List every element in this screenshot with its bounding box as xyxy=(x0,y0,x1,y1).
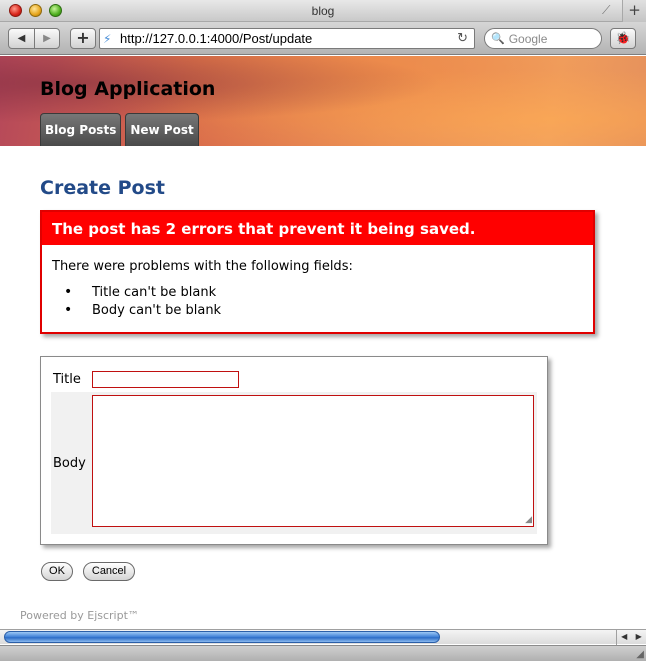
new-tab-button[interactable]: + xyxy=(622,0,646,22)
error-item-text: Body can't be blank xyxy=(92,302,222,318)
reload-icon[interactable]: ↻ xyxy=(457,31,468,46)
body-label: Body xyxy=(53,456,86,471)
search-field[interactable]: 🔍 Google xyxy=(484,28,602,49)
site-favicon-icon: ⚡ xyxy=(103,31,112,46)
error-item-text: Title can't be blank xyxy=(92,284,217,300)
address-bar[interactable]: ⚡ http://127.0.0.1:4000/Post/update ↻ xyxy=(99,28,475,49)
horizontal-scrollbar[interactable]: ◀ ▶ xyxy=(0,629,646,645)
add-bookmark-button[interactable]: + xyxy=(70,28,96,49)
search-icon: 🔍 xyxy=(491,32,505,45)
window-titlebar: blog ⟋ + xyxy=(0,0,646,22)
error-box: The post has 2 errors that prevent it be… xyxy=(40,210,595,334)
title-input[interactable] xyxy=(92,371,239,388)
error-intro: There were problems with the following f… xyxy=(52,259,353,274)
error-list: • Title can't be blank • Body can't be bla… xyxy=(64,283,221,319)
page-title: Create Post xyxy=(40,177,165,199)
resize-icon: ⟋ xyxy=(602,3,611,17)
header-banner: Blog Application Blog Posts New Post xyxy=(0,56,646,146)
bullet-icon: • xyxy=(64,284,73,300)
window-title: blog xyxy=(311,4,335,18)
post-form: Title Body ◢ xyxy=(40,356,548,545)
scrollbar-thumb[interactable] xyxy=(4,631,440,643)
bug-report-button[interactable]: 🐞 xyxy=(610,28,636,49)
cancel-button[interactable]: Cancel xyxy=(83,562,135,581)
history-nav: ◀ ▶ xyxy=(8,28,60,49)
status-bar: ◢ xyxy=(0,645,646,661)
powered-by: Powered by Ejscript™ xyxy=(20,609,139,622)
main-nav: Blog Posts New Post xyxy=(40,113,199,146)
nav-new-post[interactable]: New Post xyxy=(125,113,199,146)
url-text: http://127.0.0.1:4000/Post/update xyxy=(120,31,313,46)
body-textarea[interactable]: ◢ xyxy=(92,395,534,527)
back-button[interactable]: ◀ xyxy=(9,29,34,48)
error-item: • Body can't be blank xyxy=(64,301,221,319)
scroll-buttons: ◀ ▶ xyxy=(616,630,646,645)
error-title: The post has 2 errors that prevent it be… xyxy=(42,212,593,245)
window-resize-icon[interactable]: ◢ xyxy=(636,649,644,660)
textarea-resize-icon[interactable]: ◢ xyxy=(525,516,532,525)
error-item: • Title can't be blank xyxy=(64,283,221,301)
search-placeholder: Google xyxy=(508,31,548,46)
ok-button[interactable]: OK xyxy=(41,562,73,581)
bullet-icon: • xyxy=(64,302,73,318)
scroll-left-icon[interactable]: ◀ xyxy=(617,630,632,645)
browser-toolbar: ◀ ▶ + ⚡ http://127.0.0.1:4000/Post/updat… xyxy=(0,22,646,55)
forward-button[interactable]: ▶ xyxy=(34,29,59,48)
app-title: Blog Application xyxy=(40,78,216,100)
web-page: Blog Application Blog Posts New Post Cre… xyxy=(0,56,646,629)
title-label: Title xyxy=(53,372,81,387)
scroll-right-icon[interactable]: ▶ xyxy=(632,630,646,645)
nav-blog-posts[interactable]: Blog Posts xyxy=(40,113,122,146)
